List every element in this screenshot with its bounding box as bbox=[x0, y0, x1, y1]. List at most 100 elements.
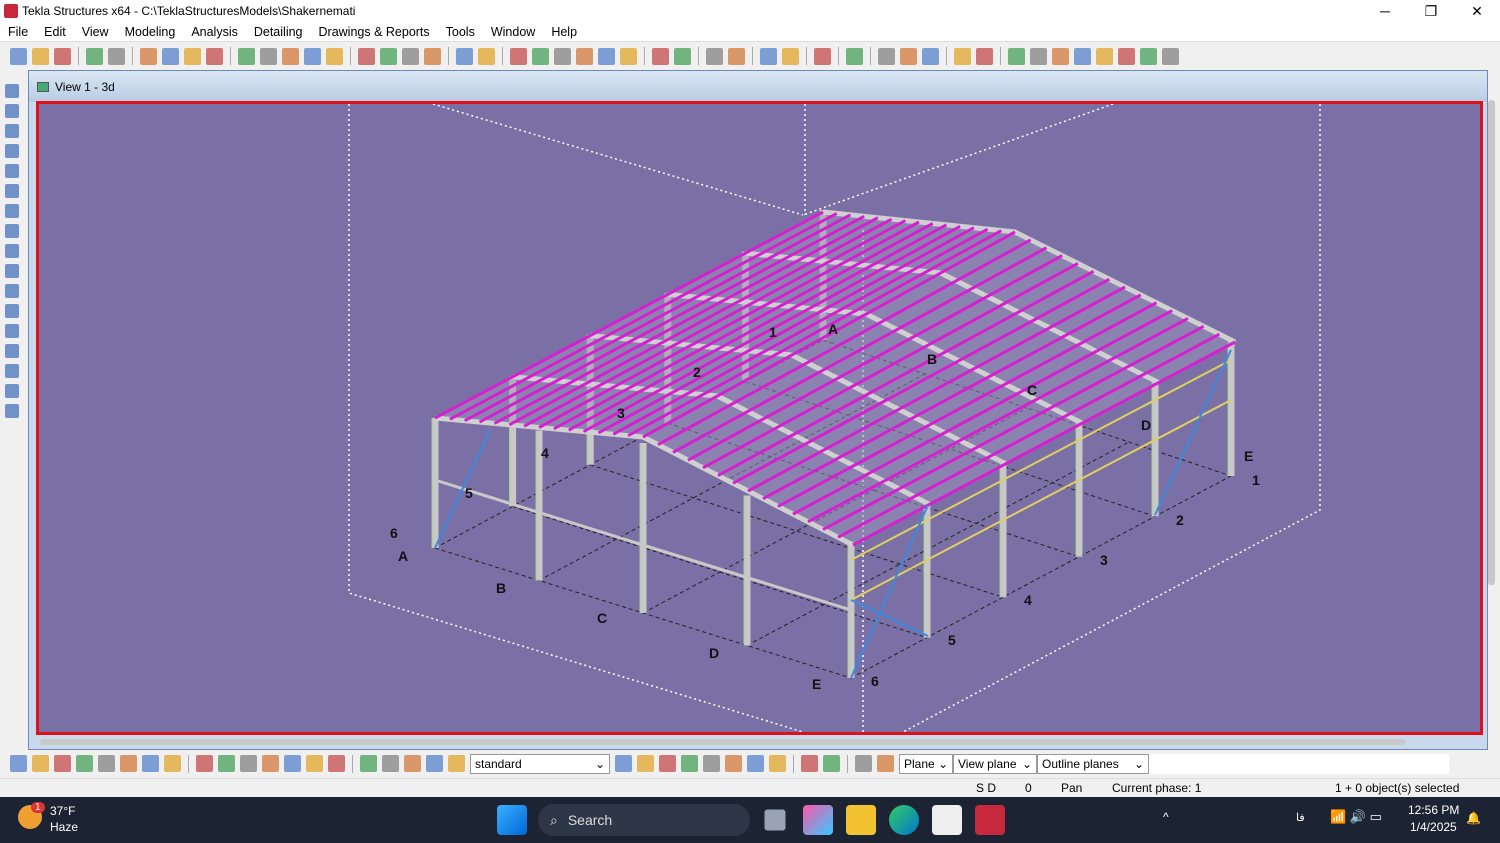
toolbar-icon[interactable] bbox=[54, 755, 71, 772]
toolbar-icon[interactable] bbox=[5, 344, 19, 358]
toolbar-icon[interactable] bbox=[5, 164, 19, 178]
toolbar-icon[interactable] bbox=[360, 755, 377, 772]
toolbar-icon[interactable] bbox=[728, 47, 745, 65]
menu-modeling[interactable]: Modeling bbox=[117, 25, 184, 39]
model-viewport[interactable]: A B C D E 6 5 4 3 2 1 6 5 4 3 2 1 A B C D E bbox=[36, 101, 1483, 735]
toolbar-icon[interactable] bbox=[380, 47, 397, 65]
menu-edit[interactable]: Edit bbox=[36, 25, 74, 39]
toolbar-icon[interactable] bbox=[5, 244, 19, 258]
toolbar-icon[interactable] bbox=[1074, 47, 1091, 65]
toolbar-icon[interactable] bbox=[260, 47, 277, 65]
file-explorer-icon[interactable] bbox=[846, 805, 876, 835]
toolbar-icon[interactable] bbox=[652, 47, 669, 65]
toolbar-icon[interactable] bbox=[823, 755, 840, 772]
toolbar-icon[interactable] bbox=[976, 47, 993, 65]
toolbar-icon[interactable] bbox=[1140, 47, 1157, 65]
toolbar-icon[interactable] bbox=[855, 755, 872, 772]
toolbar-icon[interactable] bbox=[5, 264, 19, 278]
toolbar-icon[interactable] bbox=[5, 364, 19, 378]
tekla-taskbar-icon[interactable] bbox=[975, 805, 1005, 835]
toolbar-icon[interactable] bbox=[306, 755, 323, 772]
toolbar-icon[interactable] bbox=[598, 47, 615, 65]
toolbar-icon[interactable] bbox=[240, 755, 257, 772]
toolbar-icon[interactable] bbox=[162, 47, 179, 65]
toolbar-icon[interactable] bbox=[5, 184, 19, 198]
toolbar-icon[interactable] bbox=[262, 755, 279, 772]
toolbar-icon[interactable] bbox=[424, 47, 441, 65]
menu-drawings-reports[interactable]: Drawings & Reports bbox=[311, 25, 438, 39]
plane-select[interactable]: Plane ⌄ bbox=[899, 754, 953, 774]
show-hidden-icons[interactable]: ^ bbox=[1163, 810, 1169, 824]
notification-icon[interactable]: 🔔 bbox=[1466, 811, 1481, 825]
view-plane-select[interactable]: View plane ⌄ bbox=[953, 754, 1037, 774]
toolbar-icon[interactable] bbox=[218, 755, 235, 772]
toolbar-icon[interactable] bbox=[747, 755, 764, 772]
toolbar-icon[interactable] bbox=[5, 304, 19, 318]
language-indicator[interactable]: فا bbox=[1296, 811, 1305, 824]
toolbar-icon[interactable] bbox=[801, 755, 818, 772]
toolbar-icon[interactable] bbox=[142, 755, 159, 772]
minimize-button[interactable]: ─ bbox=[1362, 0, 1408, 22]
toolbar-icon[interactable] bbox=[878, 47, 895, 65]
toolbar-icon[interactable] bbox=[5, 104, 19, 118]
toolbar-icon[interactable] bbox=[1052, 47, 1069, 65]
toolbar-icon[interactable] bbox=[5, 124, 19, 138]
toolbar-icon[interactable] bbox=[922, 47, 939, 65]
toolbar-icon[interactable] bbox=[108, 47, 125, 65]
toolbar-icon[interactable] bbox=[1008, 47, 1025, 65]
toolbar-icon[interactable] bbox=[196, 755, 213, 772]
clock-date[interactable]: 1/4/2025 bbox=[1410, 820, 1457, 834]
toolbar-icon[interactable] bbox=[358, 47, 375, 65]
toolbar-icon[interactable] bbox=[5, 324, 19, 338]
toolbar-icon[interactable] bbox=[86, 47, 103, 65]
toolbar-icon[interactable] bbox=[382, 755, 399, 772]
toolbar-icon[interactable] bbox=[659, 755, 676, 772]
toolbar-icon[interactable] bbox=[164, 755, 181, 772]
start-button[interactable] bbox=[497, 805, 527, 835]
menu-file[interactable]: File bbox=[0, 25, 36, 39]
filter-select[interactable]: standard ⌄ bbox=[470, 754, 610, 774]
toolbar-icon[interactable] bbox=[510, 47, 527, 65]
toolbar-icon[interactable] bbox=[760, 47, 777, 65]
toolbar-icon[interactable] bbox=[1162, 47, 1179, 65]
toolbar-icon[interactable] bbox=[326, 47, 343, 65]
toolbar-icon[interactable] bbox=[681, 755, 698, 772]
toolbar-icon[interactable] bbox=[5, 404, 19, 418]
edge-icon[interactable] bbox=[889, 805, 919, 835]
clock-time[interactable]: 12:56 PM bbox=[1408, 803, 1459, 817]
menu-analysis[interactable]: Analysis bbox=[183, 25, 246, 39]
network-volume-battery-icons[interactable]: 📶 🔊 ▭ bbox=[1330, 809, 1382, 825]
toolbar-icon[interactable] bbox=[284, 755, 301, 772]
search-box[interactable]: ⌕ Search bbox=[538, 804, 750, 836]
close-button[interactable]: ✕ bbox=[1454, 0, 1500, 22]
toolbar-icon[interactable] bbox=[637, 755, 654, 772]
toolbar-icon[interactable] bbox=[426, 755, 443, 772]
toolbar-icon[interactable] bbox=[900, 47, 917, 65]
store-icon[interactable] bbox=[932, 805, 962, 835]
toolbar-icon[interactable] bbox=[782, 47, 799, 65]
toolbar-icon[interactable] bbox=[10, 47, 27, 65]
toolbar-icon[interactable] bbox=[620, 47, 637, 65]
toolbar-icon[interactable] bbox=[402, 47, 419, 65]
toolbar-icon[interactable] bbox=[1096, 47, 1113, 65]
menu-detailing[interactable]: Detailing bbox=[246, 25, 311, 39]
toolbar-icon[interactable] bbox=[238, 47, 255, 65]
toolbar-icon[interactable] bbox=[448, 755, 465, 772]
menu-tools[interactable]: Tools bbox=[438, 25, 483, 39]
toolbar-icon[interactable] bbox=[554, 47, 571, 65]
toolbar-icon[interactable] bbox=[706, 47, 723, 65]
toolbar-icon[interactable] bbox=[304, 47, 321, 65]
vertical-scrollbar[interactable] bbox=[1488, 100, 1495, 585]
toolbar-icon[interactable] bbox=[674, 47, 691, 65]
toolbar-icon[interactable] bbox=[576, 47, 593, 65]
toolbar-icon[interactable] bbox=[32, 755, 49, 772]
task-view-icon[interactable] bbox=[764, 809, 786, 831]
toolbar-icon[interactable] bbox=[703, 755, 720, 772]
menu-window[interactable]: Window bbox=[483, 25, 543, 39]
toolbar-icon[interactable] bbox=[725, 755, 742, 772]
toolbar-icon[interactable] bbox=[814, 47, 831, 65]
toolbar-icon[interactable] bbox=[5, 224, 19, 238]
toolbar-icon[interactable] bbox=[877, 755, 894, 772]
maximize-button[interactable]: ❐ bbox=[1408, 0, 1454, 22]
toolbar-icon[interactable] bbox=[615, 755, 632, 772]
